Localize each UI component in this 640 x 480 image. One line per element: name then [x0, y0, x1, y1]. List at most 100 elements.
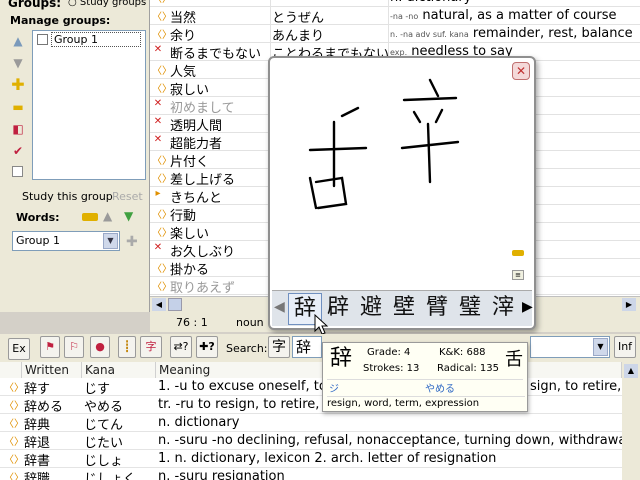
mark-icon[interactable]: 〈〉 — [4, 451, 24, 466]
study-groups-label: Study groups — [79, 0, 147, 8]
scroll-left-icon[interactable]: ◀ — [152, 298, 166, 311]
mark-icon[interactable]: 〈〉 — [152, 62, 172, 77]
mark-icon[interactable]: 〈〉 — [152, 26, 172, 41]
search-label: Search: — [226, 342, 268, 355]
check-icon[interactable]: ✔ — [10, 144, 26, 158]
group-item[interactable]: Group 1 — [51, 32, 141, 47]
cross-icon[interactable]: ✕ — [152, 98, 164, 109]
result-row[interactable]: 〈〉 辞典 じてん n. dictionary — [0, 414, 622, 433]
search-results-list[interactable]: Written Kana Meaning 〈〉 辞す じす 1. -u to excu… — [0, 362, 622, 480]
mark-icon[interactable]: 〈〉 — [152, 80, 172, 95]
candidate-kanji[interactable]: 滓 — [486, 293, 520, 325]
mark-icon[interactable]: 〈〉 — [152, 224, 172, 239]
info-button[interactable]: Inf — [614, 336, 636, 358]
stroke — [434, 108, 444, 124]
written-cell: 行動 — [170, 209, 197, 224]
group-list[interactable]: Group 1 — [32, 30, 146, 180]
mark-icon[interactable]: 〈〉 — [152, 170, 172, 185]
scroll-thumb[interactable] — [168, 298, 182, 311]
stroke — [340, 106, 360, 118]
candidate-kanji[interactable]: 臂 — [420, 293, 454, 325]
scroll-right-icon[interactable]: ▶ — [622, 298, 636, 311]
test-icon[interactable]: ◧ — [10, 122, 26, 136]
meaning-text: n. dictionary — [390, 0, 471, 5]
examples-button[interactable]: Ex — [8, 338, 30, 360]
result-row[interactable]: 〈〉 辞す じす 1. -u to excuse oneself, to sign, t… — [0, 378, 622, 397]
words-group-select[interactable]: Group 1 ▼ — [12, 231, 120, 251]
handwriting-popup[interactable]: ✕ ≡ ◀ 辞辟避壁臂璧滓 ▶ — [268, 56, 536, 330]
kanji-strokes: Strokes: 13 — [363, 363, 420, 374]
mark-icon[interactable]: 〈〉 — [4, 415, 24, 430]
arrow-down-icon[interactable]: ▼ — [10, 56, 26, 70]
stroke — [426, 122, 432, 184]
mark-icon[interactable]: 〈〉 — [152, 8, 172, 23]
candidate-kanji[interactable]: 璧 — [453, 293, 487, 325]
mark-icon[interactable]: 〈〉 — [4, 433, 24, 448]
drawing-canvas[interactable] — [270, 58, 534, 288]
scroll-up-icon[interactable]: ▲ — [624, 364, 638, 378]
table-row[interactable]: 〈〉 余り あんまり n. -na adv suf. kana remainder, … — [150, 25, 640, 44]
remove-word-icon[interactable] — [82, 213, 98, 221]
eraser-icon[interactable] — [512, 250, 524, 256]
flag-jp-icon[interactable]: ⚑ — [40, 336, 60, 358]
study-this-group-button[interactable]: Study this group — [22, 190, 113, 203]
table-row[interactable]: 〈〉 当然 とうぜん -na -no natural, as a matter of … — [150, 7, 640, 26]
kana-cell: じしょ — [84, 454, 124, 469]
search-input[interactable]: 辞 — [292, 336, 322, 358]
result-row[interactable]: 〈〉 辞職 じしょく n. -suru resignation — [0, 468, 622, 480]
kanji-grade: Grade: 4 — [367, 347, 411, 358]
mark-icon[interactable]: 〈〉 — [152, 278, 172, 293]
kanji-radical: Radical: 135 — [437, 363, 500, 374]
column-header-written[interactable]: Written — [22, 362, 82, 378]
groups-panel: Groups: ○ Study groups Manage groups: ▲ … — [0, 0, 150, 312]
result-row[interactable]: 〈〉 辞書 じしょ 1. n. dictionary, lexicon 2. arch… — [0, 450, 622, 469]
column-header-kana[interactable]: Kana — [82, 362, 156, 378]
mark-icon[interactable]: 〈〉 — [4, 469, 24, 480]
cross-icon[interactable]: ✕ — [152, 44, 164, 55]
flag-en-icon[interactable]: ⚐ — [64, 336, 84, 358]
remove-group-icon[interactable]: ▬ — [10, 100, 26, 114]
mark-icon[interactable]: 〈〉 — [4, 379, 24, 394]
flag-jp-circle-icon[interactable]: ● — [90, 336, 110, 358]
study-groups-radio[interactable]: ○ Study groups — [68, 0, 146, 8]
kanji-meaning: resign, word, term, expression — [327, 398, 480, 409]
next-candidate-icon[interactable]: ▶ — [522, 299, 533, 315]
chevron-down-icon[interactable]: ▼ — [593, 338, 608, 356]
table-row[interactable]: 〈〉 n. dictionary — [150, 0, 640, 7]
result-row[interactable]: 〈〉 辞める やめる tr. -ru to resign, to retire, to… — [0, 396, 622, 415]
chevron-down-icon[interactable]: ▼ — [103, 233, 118, 249]
search-mode-select[interactable]: ▼ — [530, 336, 610, 358]
filter-icon[interactable]: ⇄? — [170, 336, 192, 358]
arrow-up-icon[interactable]: ▲ — [10, 34, 26, 48]
kanji-search-icon[interactable]: 字 — [140, 336, 162, 358]
move-down-icon[interactable]: ▼ — [124, 209, 133, 223]
written-cell: 辞す — [24, 382, 51, 397]
help-icon[interactable]: ✚? — [196, 336, 218, 358]
mark-icon[interactable]: 〈〉 — [152, 206, 172, 221]
cross-icon[interactable]: ✕ — [152, 116, 164, 127]
vertical-scrollbar[interactable]: ▲ — [622, 362, 640, 480]
move-up-icon[interactable]: ▲ — [103, 209, 112, 223]
written-cell: 辞める — [24, 400, 64, 415]
add-group-icon[interactable]: ✚ — [10, 77, 26, 93]
kanji-input-button[interactable]: 字 — [268, 336, 290, 358]
list-icon[interactable]: ┋ — [118, 336, 136, 358]
add-to-group-icon[interactable]: ✚ — [126, 234, 138, 250]
prev-candidate-icon[interactable]: ◀ — [274, 299, 285, 315]
group-checkbox[interactable] — [37, 34, 48, 45]
candidate-kanji[interactable]: 避 — [354, 293, 388, 325]
result-row[interactable]: 〈〉 辞退 じたい n. -suru -no declining, refusal, … — [0, 432, 622, 451]
mark-icon[interactable]: 〈〉 — [152, 260, 172, 275]
mark-icon[interactable]: 〈〉 — [152, 152, 172, 167]
mark-icon[interactable]: 〈〉 — [152, 0, 172, 5]
reset-button[interactable]: Reset — [112, 190, 143, 203]
candidate-kanji[interactable]: 壁 — [387, 293, 421, 325]
clear-icon[interactable]: ≡ — [512, 270, 524, 280]
cross-icon[interactable]: ✕ — [152, 242, 164, 253]
checkbox[interactable] — [12, 166, 23, 177]
kana-cell: あんまり — [272, 29, 325, 44]
mouse-cursor-icon — [314, 314, 329, 335]
mark-icon[interactable]: ▸ — [152, 188, 164, 199]
mark-icon[interactable]: 〈〉 — [4, 397, 24, 412]
cross-icon[interactable]: ✕ — [152, 134, 164, 145]
